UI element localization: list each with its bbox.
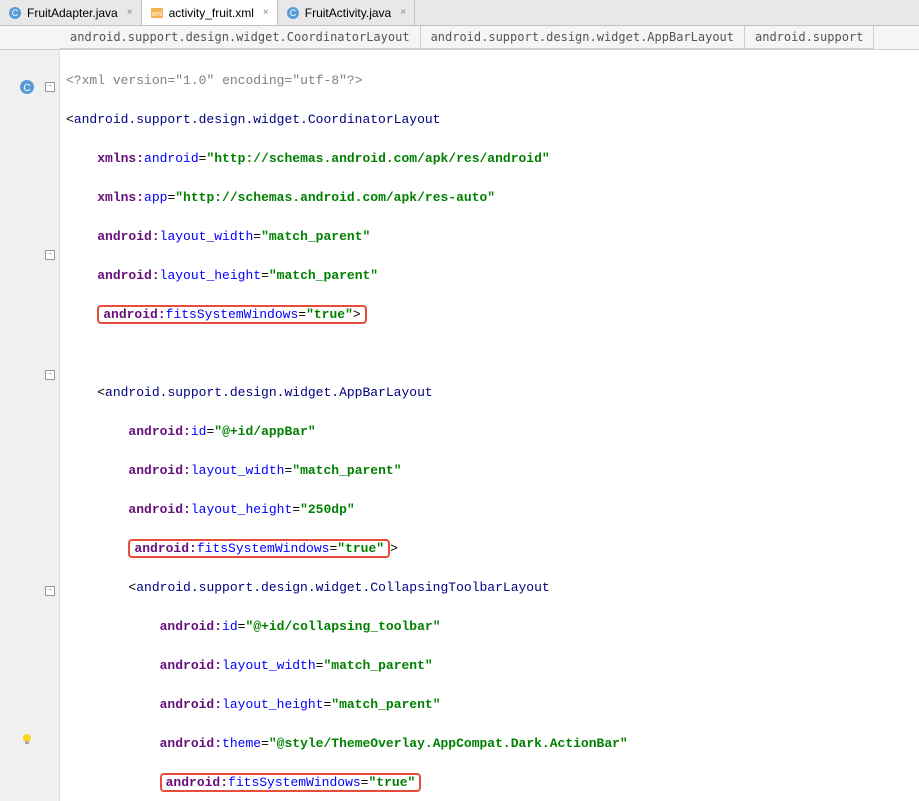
tab-label: activity_fruit.xml: [169, 6, 254, 20]
gutter: C - - - -: [0, 50, 60, 801]
close-icon[interactable]: ×: [400, 7, 406, 18]
editor: C - - - - <?xml version="1.0" encoding="…: [0, 50, 919, 801]
class-gutter-icon[interactable]: C: [18, 78, 36, 96]
xml-icon: xml: [150, 6, 164, 20]
close-icon[interactable]: ×: [127, 7, 133, 18]
svg-text:C: C: [12, 8, 19, 18]
breadcrumb[interactable]: android.support.design.widget.AppBarLayo…: [421, 26, 745, 49]
code-area[interactable]: <?xml version="1.0" encoding="utf-8"?> <…: [60, 50, 919, 801]
class-icon: C: [286, 6, 300, 20]
fold-icon[interactable]: -: [45, 82, 55, 92]
fold-icon[interactable]: -: [45, 250, 55, 260]
class-icon: C: [8, 6, 22, 20]
tab-activityfruit[interactable]: xml activity_fruit.xml ×: [142, 0, 278, 25]
fold-icon[interactable]: -: [45, 586, 55, 596]
tab-label: FruitActivity.java: [305, 6, 391, 20]
fold-icon[interactable]: -: [45, 370, 55, 380]
close-icon[interactable]: ×: [263, 7, 269, 18]
breadcrumb[interactable]: android.support: [745, 26, 874, 49]
tab-fruitactivity[interactable]: C FruitActivity.java ×: [278, 0, 415, 25]
highlight-box: android:fitsSystemWindows="true">: [97, 305, 366, 324]
tab-fruitadapter[interactable]: C FruitAdapter.java ×: [0, 0, 142, 25]
tab-label: FruitAdapter.java: [27, 6, 118, 20]
highlight-box: android:fitsSystemWindows="true": [128, 539, 390, 558]
editor-tabs: C FruitAdapter.java × xml activity_fruit…: [0, 0, 919, 26]
lightbulb-icon[interactable]: [18, 730, 36, 748]
breadcrumb-bar: android.support.design.widget.Coordinato…: [0, 26, 919, 50]
svg-text:C: C: [23, 83, 30, 94]
svg-text:C: C: [290, 8, 297, 18]
highlight-box: android:fitsSystemWindows="true": [160, 773, 422, 792]
svg-text:xml: xml: [151, 11, 162, 18]
breadcrumb[interactable]: android.support.design.widget.Coordinato…: [60, 26, 421, 49]
